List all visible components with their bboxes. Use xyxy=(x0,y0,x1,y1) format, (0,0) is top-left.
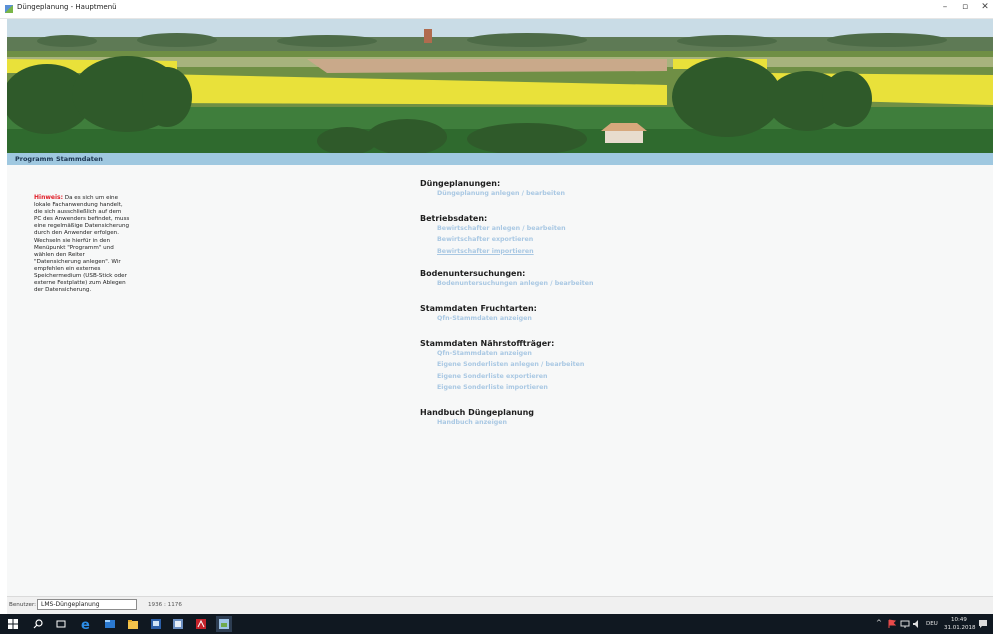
network-icon[interactable] xyxy=(899,618,911,630)
link-sonderliste-exportieren[interactable]: Eigene Sonderliste exportieren xyxy=(437,373,720,385)
file-explorer-icon[interactable] xyxy=(104,618,116,630)
status-bar: Benutzer: LMS-Düngeplanung 1936 : 1176 xyxy=(7,596,993,614)
resolution-readout: 1936 : 1176 xyxy=(148,602,182,608)
app-icon xyxy=(5,5,13,13)
section-title-fruchtarten: Stammdaten Fruchtarten: xyxy=(420,303,537,313)
volume-icon[interactable] xyxy=(911,618,923,630)
tray-flag-icon[interactable] xyxy=(886,618,898,630)
link-fruchtarten-qfn-anzeigen[interactable]: Qfn-Stammdaten anzeigen xyxy=(437,315,720,327)
link-bewirtschafter-exportieren[interactable]: Bewirtschafter exportieren xyxy=(437,236,720,248)
menu-bar: Programm Stammdaten xyxy=(7,153,993,165)
section-title-duengeplanungen: Düngeplanungen: xyxy=(420,179,501,188)
link-bodenuntersuchungen-anlegen[interactable]: Bodenuntersuchungen anlegen / bearbeiten xyxy=(437,280,720,292)
menu-stammdaten[interactable]: Stammdaten xyxy=(56,155,103,163)
user-field[interactable]: LMS-Düngeplanung xyxy=(37,599,137,610)
monitor-app-icon[interactable] xyxy=(150,618,162,630)
close-button[interactable]: ✕ xyxy=(978,2,992,12)
tray-chevron-icon[interactable]: ^ xyxy=(876,619,882,627)
hint-text: Da es sich um eine lokale Fachanwendung … xyxy=(34,195,130,294)
windows-start-icon[interactable] xyxy=(7,618,19,630)
section-list: Düngeplanungen: Düngeplanung anlegen / b… xyxy=(420,179,720,431)
section-title-betriebsdaten: Betriebsdaten: xyxy=(420,213,488,223)
main-content: Hinweis: Da es sich um eine lokale Facha… xyxy=(7,165,993,596)
link-sonderliste-importieren[interactable]: Eigene Sonderliste importieren xyxy=(437,384,720,396)
hint-box: Hinweis: Da es sich um eine lokale Facha… xyxy=(34,194,130,294)
taskbar: e ^ DEU 10:49 31.01.2018 xyxy=(0,614,993,634)
clock-time[interactable]: 10:49 xyxy=(951,617,967,623)
window-titlebar: Düngeplanung - Hauptmenü – ▫ ✕ xyxy=(0,0,993,19)
document-app-icon[interactable] xyxy=(172,618,184,630)
edge-browser-icon[interactable]: e xyxy=(80,618,92,630)
svg-text:e: e xyxy=(81,618,90,630)
hint-label: Hinweis: xyxy=(34,194,63,201)
menu-programm[interactable]: Programm xyxy=(15,155,53,163)
window-title: Düngeplanung - Hauptmenü xyxy=(17,3,117,11)
maximize-button[interactable]: ▫ xyxy=(958,2,972,12)
duengeplanung-app-icon[interactable] xyxy=(216,616,232,632)
section-title-naehrstofftraeger: Stammdaten Nährstoffträger: xyxy=(420,338,555,348)
user-label: Benutzer: xyxy=(9,602,37,608)
link-duengeplanung-anlegen[interactable]: Düngeplanung anlegen / bearbeiten xyxy=(437,190,720,202)
section-title-bodenuntersuchungen: Bodenuntersuchungen: xyxy=(420,269,526,279)
link-bewirtschafter-importieren[interactable]: Bewirtschafter importieren xyxy=(437,248,720,260)
folder-icon[interactable] xyxy=(127,618,139,630)
link-handbuch-anzeigen[interactable]: Handbuch anzeigen xyxy=(437,419,720,431)
language-indicator[interactable]: DEU xyxy=(926,621,938,627)
minimize-button[interactable]: – xyxy=(938,2,952,12)
link-bewirtschafter-anlegen[interactable]: Bewirtschafter anlegen / bearbeiten xyxy=(437,225,720,237)
search-icon[interactable] xyxy=(32,618,44,630)
clock-date[interactable]: 31.01.2018 xyxy=(944,625,976,631)
notification-center-icon[interactable] xyxy=(977,618,989,630)
link-naehrstoff-qfn-anzeigen[interactable]: Qfn-Stammdaten anzeigen xyxy=(437,350,720,362)
pdf-reader-icon[interactable] xyxy=(195,618,207,630)
link-sonderlisten-anlegen[interactable]: Eigene Sonderlisten anlegen / bearbeiten xyxy=(437,361,720,373)
section-title-handbuch: Handbuch Düngeplanung xyxy=(420,407,535,417)
task-view-icon[interactable] xyxy=(55,618,67,630)
header-banner-image xyxy=(7,19,993,153)
